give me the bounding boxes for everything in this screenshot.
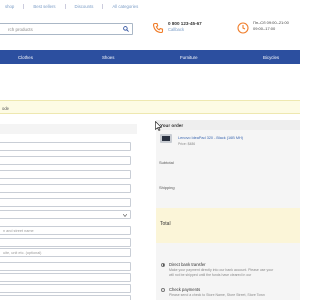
payment-label: Check payments — [169, 287, 201, 292]
main-menu: Clothes Shoes Furniture Bicycles — [0, 50, 300, 64]
menu-item-shoes[interactable]: Shoes — [102, 55, 114, 60]
search-placeholder: rch products — [8, 26, 33, 32]
billing-field-12[interactable] — [0, 295, 131, 300]
order-title: Your order — [156, 120, 300, 130]
phone-number: 0 800 123-45-67 — [168, 21, 202, 26]
top-nav-link-best-sellers[interactable]: Best sellers — [33, 4, 55, 9]
subtotal-label: Subtotal — [159, 160, 174, 165]
product-price: Price: $486 — [178, 142, 196, 146]
apartment-field[interactable]: uite, unit etc. (optional) — [0, 248, 131, 257]
order-summary: Your order Lenovo IdeaPad 320 - Black (1… — [156, 120, 300, 300]
product-thumbnail — [160, 134, 172, 143]
payment-label: Direct bank transfer — [169, 262, 206, 267]
payment-description: Make your payment directly into our bank… — [169, 268, 274, 272]
billing-field-2[interactable] — [0, 156, 131, 165]
search-icon — [123, 26, 129, 32]
billing-field-1[interactable] — [0, 142, 131, 151]
product-name[interactable]: Lenovo IdeaPad 320 - Black (16B MH) — [178, 136, 243, 140]
coupon-notice-text[interactable]: ode — [2, 106, 9, 111]
divider — [23, 3, 25, 9]
billing-field-11[interactable] — [0, 284, 131, 293]
order-total: Total — [156, 208, 300, 243]
working-hours: Пн–Сб 09:00–21:00 09:00–17:00 — [237, 20, 289, 36]
payment-description-2: will not be shipped until the funds have… — [169, 273, 252, 277]
billing-field-10[interactable] — [0, 273, 131, 282]
street-address-field[interactable]: n and street name — [0, 226, 131, 235]
clock-icon — [237, 22, 249, 34]
payment-description: Please send a check to Store Name, Store… — [169, 293, 265, 297]
top-nav-link-discounts[interactable]: Discounts — [75, 4, 94, 9]
menu-item-furniture[interactable]: Furniture — [180, 55, 198, 60]
divider — [102, 3, 104, 9]
menu-item-bicycles[interactable]: Bicycles — [263, 55, 279, 60]
billing-field-9[interactable] — [0, 262, 131, 271]
radio-selected[interactable] — [161, 262, 165, 267]
coupon-notice: ode — [0, 100, 300, 114]
search-input[interactable]: rch products — [0, 23, 133, 35]
total-label: Total — [160, 221, 171, 227]
form-header — [0, 124, 137, 134]
phone-contact: 0 800 123-45-67 Callback — [152, 20, 202, 36]
chevron-down-icon — [123, 213, 127, 217]
country-select[interactable] — [0, 210, 131, 219]
mouse-cursor-icon — [155, 121, 162, 131]
billing-field-3[interactable] — [0, 170, 131, 179]
top-nav-link-shop[interactable]: shop — [5, 4, 14, 9]
divider — [64, 3, 66, 9]
phone-icon — [152, 22, 164, 34]
billing-field-4[interactable] — [0, 184, 131, 193]
radio-unselected[interactable] — [161, 287, 165, 292]
top-nav-link-all-categories[interactable]: All categories — [112, 4, 138, 9]
billing-field-7[interactable] — [0, 238, 131, 247]
billing-field-5[interactable] — [0, 198, 131, 207]
search-button[interactable] — [120, 24, 132, 34]
shipping-label: Shipping — [159, 185, 175, 190]
top-nav: shop Best sellers Discounts All categori… — [0, 0, 300, 12]
callback-link[interactable]: Callback — [168, 27, 202, 33]
menu-item-clothes[interactable]: Clothes — [18, 55, 33, 60]
hours-time: 09:00–17:00 — [253, 26, 276, 31]
